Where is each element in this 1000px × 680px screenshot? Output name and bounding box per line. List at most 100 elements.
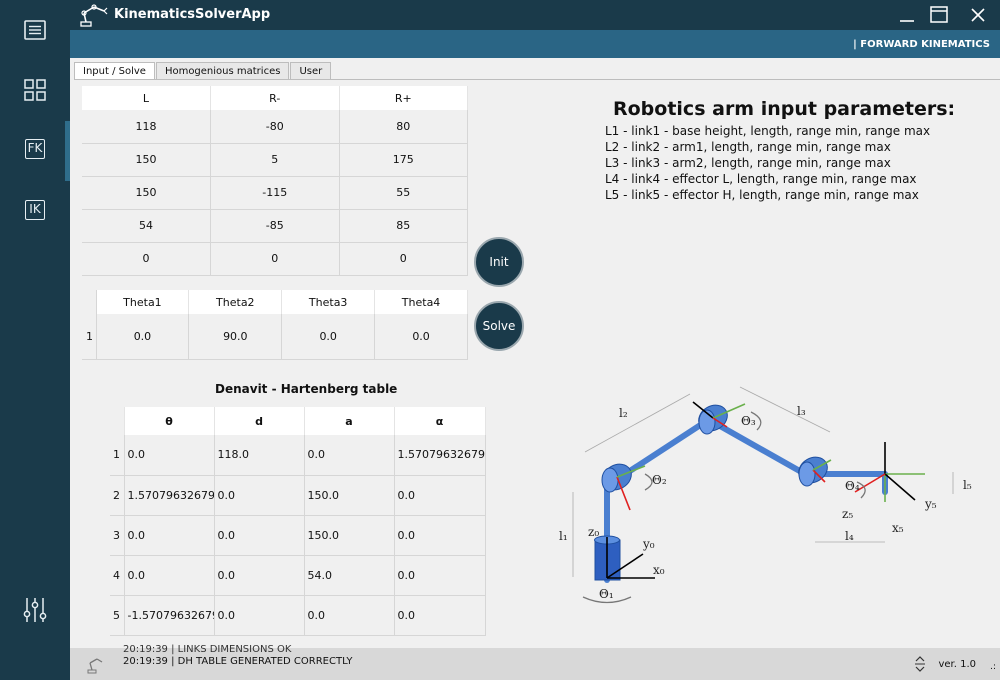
table-cell[interactable]: -115 xyxy=(210,176,340,210)
table-cell[interactable]: 150 xyxy=(82,176,211,210)
table-cell[interactable]: 5 xyxy=(210,143,340,177)
row-header[interactable]: 5 xyxy=(110,595,125,636)
param-line: L4 - link4 - effector L, length, range m… xyxy=(605,172,917,186)
label-theta2: Θ₂ xyxy=(652,473,667,487)
column-header-a[interactable]: a xyxy=(304,407,395,435)
table-cell[interactable]: 0.0 xyxy=(394,475,486,516)
table-cell[interactable]: 118 xyxy=(82,110,211,144)
resize-grip-icon[interactable]: .: xyxy=(990,662,996,672)
row-header[interactable]: 1 xyxy=(82,314,97,360)
table-cell[interactable]: 1.5707963267948 xyxy=(394,435,486,476)
column-header-r-max[interactable]: R+ xyxy=(339,86,468,110)
scroll-arrows-icon[interactable] xyxy=(912,654,928,674)
param-line: L2 - link2 - arm1, length, range min, ra… xyxy=(605,140,891,154)
menu-button[interactable] xyxy=(0,2,70,58)
label-x0: x₀ xyxy=(653,563,665,577)
column-header-theta3[interactable]: Theta3 xyxy=(281,290,376,314)
dashboard-button[interactable] xyxy=(0,62,70,118)
table-cell[interactable]: 0.0 xyxy=(394,595,486,636)
maximize-button[interactable] xyxy=(922,2,956,28)
settings-button[interactable] xyxy=(0,582,70,638)
table-cell[interactable]: 80 xyxy=(339,110,468,144)
links-table: L R- R+ 118 -80 80 150 5 175 150 -115 55 xyxy=(82,86,468,276)
table-cell[interactable]: 55 xyxy=(339,176,468,210)
breadcrumb: | FORWARD KINEMATICS xyxy=(853,39,990,50)
nav-inverse-kinematics[interactable]: IK xyxy=(0,182,70,238)
table-cell[interactable]: 118.0 xyxy=(214,435,305,476)
table-cell[interactable]: 150.0 xyxy=(304,475,395,516)
init-button[interactable]: Init xyxy=(474,237,524,287)
column-header-r-min[interactable]: R- xyxy=(210,86,340,110)
table-row: 118 -80 80 xyxy=(82,110,468,144)
table-cell[interactable]: 0.0 xyxy=(394,555,486,596)
table-row: 54 -85 85 xyxy=(82,209,468,243)
table-cell[interactable]: 0.0 xyxy=(124,435,215,476)
table-cell[interactable]: 0 xyxy=(82,242,211,276)
table-cell[interactable]: 0.0 xyxy=(214,555,305,596)
label-l4: l₄ xyxy=(845,529,854,543)
column-header-l[interactable]: L xyxy=(82,86,211,110)
tab-user[interactable]: User xyxy=(290,62,332,80)
row-header[interactable]: 2 xyxy=(110,475,125,516)
column-header-theta2[interactable]: Theta2 xyxy=(188,290,283,314)
solve-button[interactable]: Solve xyxy=(474,301,524,351)
table-cell[interactable]: 0.0 xyxy=(214,515,305,556)
table-cell[interactable]: 1.5707963267948 xyxy=(124,475,215,516)
minimize-button[interactable] xyxy=(890,2,924,28)
label-theta4: Θ₄ xyxy=(845,479,860,493)
header-bar: | FORWARD KINEMATICS xyxy=(70,30,1000,58)
parameters-title: Robotics arm input parameters: xyxy=(613,98,956,120)
label-z0: z₀ xyxy=(588,525,599,539)
tab-homogenious-matrices[interactable]: Homogenious matrices xyxy=(155,62,290,80)
theta3-input[interactable]: 0.0 xyxy=(281,314,376,360)
table-cell[interactable]: 0.0 xyxy=(304,595,395,636)
label-theta3: Θ₃ xyxy=(741,414,756,428)
table-cell[interactable]: -1.5707963267948 xyxy=(124,595,215,636)
column-header-d[interactable]: d xyxy=(214,407,305,435)
theta4-input[interactable]: 0.0 xyxy=(374,314,468,360)
table-cell[interactable]: 54.0 xyxy=(304,555,395,596)
table-cell[interactable]: 0.0 xyxy=(124,555,215,596)
close-button[interactable] xyxy=(961,2,995,28)
table-cell[interactable]: 150 xyxy=(82,143,211,177)
table-cell[interactable]: 0.0 xyxy=(304,435,395,476)
column-header-alpha[interactable]: α xyxy=(394,407,486,435)
column-header-theta1[interactable]: Theta1 xyxy=(96,290,190,314)
table-row: 150 5 175 xyxy=(82,143,468,177)
corner-header xyxy=(82,290,97,314)
table-row: 0 0 0 xyxy=(82,242,468,276)
table-row: 5 -1.5707963267948 0.0 0.0 0.0 xyxy=(110,595,486,636)
param-line: L3 - link3 - arm2, length, range min, ra… xyxy=(605,156,891,170)
column-header-theta[interactable]: θ xyxy=(124,407,215,435)
table-cell[interactable]: 54 xyxy=(82,209,211,243)
table-cell[interactable]: 0 xyxy=(210,242,340,276)
table-cell[interactable]: -80 xyxy=(210,110,340,144)
table-cell[interactable]: 0 xyxy=(339,242,468,276)
title-bar: KinematicsSolverApp xyxy=(70,0,1000,30)
table-row: 1 0.0 118.0 0.0 1.5707963267948 xyxy=(110,435,486,476)
maximize-icon xyxy=(930,6,948,23)
table-cell[interactable]: 150.0 xyxy=(304,515,395,556)
column-header-theta4[interactable]: Theta4 xyxy=(374,290,468,314)
sidebar: FK IK xyxy=(0,0,70,680)
status-line: 20:19:39 | LINKS DIMENSIONS OK xyxy=(123,644,292,655)
robot-arm-icon xyxy=(80,4,108,27)
status-bar: 20:19:39 | LINKS DIMENSIONS OK 20:19:39 … xyxy=(70,644,1000,680)
table-cell[interactable]: -85 xyxy=(210,209,340,243)
table-cell[interactable]: 0.0 xyxy=(214,595,305,636)
row-header[interactable]: 4 xyxy=(110,555,125,596)
table-cell[interactable]: 175 xyxy=(339,143,468,177)
table-cell[interactable]: 85 xyxy=(339,209,468,243)
row-header[interactable]: 3 xyxy=(110,515,125,556)
row-header[interactable]: 1 xyxy=(110,435,125,476)
table-cell[interactable]: 0.0 xyxy=(394,515,486,556)
table-row: 150 -115 55 xyxy=(82,176,468,210)
theta2-input[interactable]: 90.0 xyxy=(188,314,283,360)
close-icon xyxy=(971,8,985,22)
theta1-input[interactable]: 0.0 xyxy=(96,314,190,360)
table-cell[interactable]: 0.0 xyxy=(124,515,215,556)
label-x5: x₅ xyxy=(892,521,904,535)
table-cell[interactable]: 0.0 xyxy=(214,475,305,516)
nav-forward-kinematics[interactable]: FK xyxy=(0,121,70,181)
hamburger-icon xyxy=(24,20,46,40)
